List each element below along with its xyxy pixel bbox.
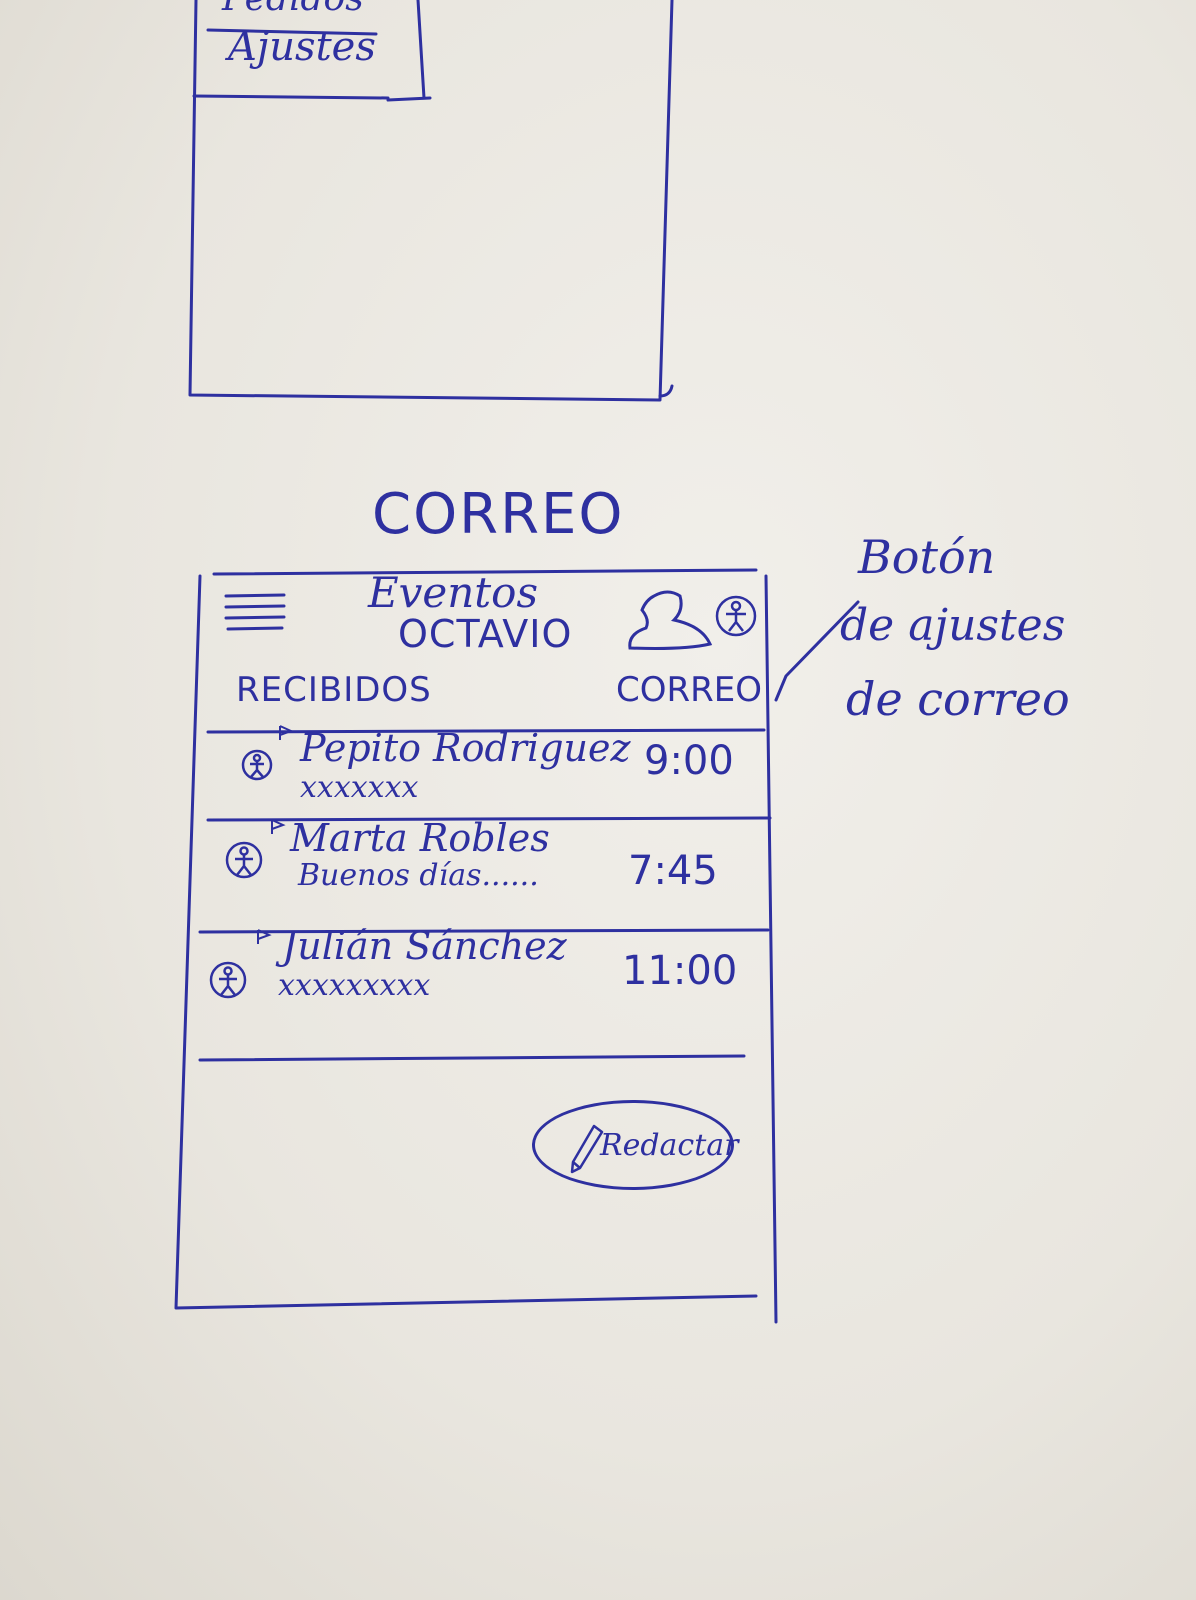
menu-item-ajustes[interactable]: Ajustes <box>228 24 376 70</box>
app-title-line1: Eventos <box>368 568 539 617</box>
folder-label-recibidos[interactable]: RECIBIDOS <box>236 670 432 710</box>
section-title: CORREO <box>372 482 625 547</box>
pencil-icon <box>570 1124 604 1174</box>
hamburger-menu-icon[interactable] <box>224 592 288 632</box>
sender-avatar-icon <box>240 748 274 782</box>
user-profile-icon[interactable] <box>624 590 716 652</box>
message-sender: Marta Robles <box>290 816 550 860</box>
mail-settings-icon[interactable] <box>714 594 758 638</box>
mail-label: CORREO <box>616 670 762 710</box>
flag-icon[interactable] <box>278 724 294 742</box>
menu-item-partial: Pedidos <box>222 0 364 19</box>
annotation-line2: de ajustes <box>840 600 1066 651</box>
top-menu-divider <box>192 94 432 102</box>
message-sender: Julián Sánchez <box>282 924 567 968</box>
flag-icon[interactable] <box>256 928 272 946</box>
sender-avatar-icon <box>224 840 264 880</box>
message-preview: xxxxxxx <box>300 770 419 805</box>
phone-right-border <box>764 574 778 1324</box>
flag-icon[interactable] <box>270 818 286 836</box>
message-time: 9:00 <box>644 738 734 784</box>
message-time: 11:00 <box>622 948 738 994</box>
message-preview: Buenos días...... <box>298 858 539 893</box>
message-sender: Pepito Rodriguez <box>300 726 631 770</box>
annotation-line3: de correo <box>846 672 1070 726</box>
compose-label: Redactar <box>600 1128 739 1163</box>
message-time: 7:45 <box>628 848 718 894</box>
message-preview: xxxxxxxxx <box>278 968 431 1003</box>
sender-avatar-icon <box>208 960 248 1000</box>
app-title-line2: OCTAVIO <box>398 612 573 656</box>
annotation-line1: Botón <box>858 530 996 584</box>
row-divider-3 <box>198 1054 746 1062</box>
